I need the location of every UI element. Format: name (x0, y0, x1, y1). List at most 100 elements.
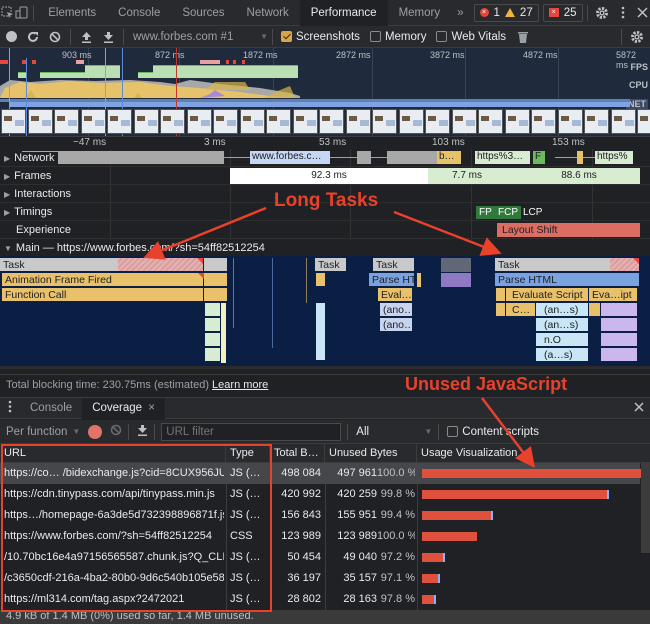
network-request[interactable]: https%3… (475, 151, 530, 164)
flame-block[interactable] (316, 273, 326, 287)
flame-block[interactable] (496, 303, 506, 317)
issues-badge[interactable]: × 25 (542, 3, 583, 22)
frame-bar[interactable]: 88.6 ms (518, 168, 640, 184)
tab-network[interactable]: Network (236, 0, 300, 26)
tab-performance[interactable]: Performance (299, 0, 388, 26)
flame-block[interactable] (589, 303, 601, 317)
web-vitals-checkbox[interactable]: Web Vitals (436, 31, 506, 43)
interactions-track-label[interactable]: ▶ Interactions (4, 188, 71, 200)
inspect-element-icon[interactable] (0, 0, 14, 26)
screenshots-checkbox[interactable]: Screenshots (281, 31, 360, 43)
main-thread-header[interactable]: ▼ Main — https://www.forbes.com/?sh=54ff8… (0, 240, 650, 256)
anonymous-function-block[interactable]: (an…s) (536, 303, 589, 317)
flame-block[interactable]: C… (506, 303, 536, 317)
stop-recording-icon[interactable] (88, 424, 103, 439)
flame-block[interactable] (205, 303, 221, 317)
coverage-type-select[interactable]: Per function ▼ (0, 426, 80, 438)
network-request-bar[interactable] (387, 151, 437, 164)
network-request-bar[interactable] (357, 151, 371, 164)
url-filter-input[interactable] (161, 422, 342, 441)
more-tabs-button[interactable]: » (451, 0, 469, 26)
console-counts-badge[interactable]: × 1 27 (473, 3, 539, 22)
content-scripts-checkbox[interactable]: Content scripts (447, 426, 539, 438)
learn-more-link[interactable]: Learn more (212, 379, 268, 391)
export-button[interactable] (137, 424, 148, 439)
close-tab-icon[interactable]: × (148, 402, 155, 414)
reload-record-button[interactable] (22, 26, 44, 48)
column-header-usage-visualization[interactable]: Usage Visualization (417, 444, 650, 463)
timings-track-label[interactable]: ▶ Timings (4, 206, 52, 218)
tab-elements[interactable]: Elements (37, 0, 107, 26)
network-request-html[interactable]: www.forbes.c… (250, 151, 330, 164)
flame-block[interactable] (205, 333, 221, 347)
network-track-label[interactable]: ▶ Network (4, 152, 58, 164)
task-block[interactable]: Task (373, 258, 415, 272)
record-button[interactable] (0, 26, 22, 48)
flame-block[interactable] (205, 348, 221, 362)
animation-frame-fired-block[interactable]: Animation Frame Fired (2, 273, 204, 287)
drawer-menu-kebab-icon[interactable] (0, 400, 20, 416)
capture-settings-button[interactable] (626, 26, 648, 48)
fcp-marker[interactable]: FCP (495, 206, 521, 219)
network-track[interactable]: www.forbes.c… b… https%3… F https% ▶ Netw… (0, 149, 650, 167)
save-profile-button[interactable] (97, 26, 119, 48)
tab-sources[interactable]: Sources (171, 0, 235, 26)
timeline-overview[interactable]: 903 ms 872 ms 1872 ms 2872 ms 3872 ms 48… (0, 48, 650, 136)
clear-button[interactable] (44, 26, 66, 48)
recording-select[interactable]: www.forbes.com #1 ▼ (128, 31, 268, 43)
frames-track[interactable]: ▶ Frames 92.3 ms 7.7 ms 88.6 ms (0, 167, 650, 185)
type-filter-select[interactable]: All ▼ (352, 426, 432, 438)
long-task-block[interactable]: Task (495, 258, 640, 272)
task-block[interactable] (204, 258, 228, 272)
evaluate-script-block[interactable]: Eva…ipt (589, 288, 638, 302)
frames-track-label[interactable]: ▶ Frames (4, 170, 51, 182)
flame-block[interactable] (316, 303, 326, 361)
clear-coverage-button[interactable] (110, 424, 122, 439)
task-block[interactable]: Task (315, 258, 347, 272)
flame-block[interactable] (601, 333, 638, 347)
tab-console[interactable]: Console (107, 0, 171, 26)
main-flame-chart[interactable]: Task Animation Frame Fired Function Call… (0, 256, 650, 369)
network-request-js[interactable] (577, 151, 583, 164)
device-toolbar-icon[interactable] (14, 0, 28, 26)
experience-track[interactable]: Experience Layout Shift (0, 221, 650, 239)
column-header-unused-bytes[interactable]: Unused Bytes (325, 444, 417, 463)
close-drawer-icon[interactable] (634, 401, 644, 415)
collect-garbage-button[interactable] (512, 26, 534, 48)
flame-block[interactable] (205, 318, 221, 332)
frame-bar[interactable]: 7.7 ms (428, 168, 518, 184)
close-devtools-icon[interactable] (636, 0, 650, 26)
fp-marker[interactable]: FP (476, 206, 495, 219)
long-task-block[interactable]: Task (0, 258, 204, 272)
load-profile-button[interactable] (75, 26, 97, 48)
table-scrollbar[interactable] (641, 463, 650, 553)
parse-html-block[interactable]: Parse HTML (369, 273, 415, 287)
frame-bar[interactable]: 92.3 ms (230, 168, 428, 184)
flame-block[interactable] (204, 288, 228, 302)
memory-checkbox[interactable]: Memory (369, 31, 426, 43)
anonymous-function-block[interactable]: (ano…us) (380, 303, 413, 317)
horizontal-scrollbar[interactable] (0, 366, 650, 369)
tab-memory[interactable]: Memory (388, 0, 452, 26)
evaluate-script-block[interactable]: Evaluate Script (506, 288, 589, 302)
column-header-total-bytes[interactable]: Total B… (270, 444, 325, 463)
network-request[interactable]: https% (595, 151, 633, 164)
anonymous-function-block[interactable]: (a…s) (536, 348, 589, 362)
anonymous-function-block[interactable]: (ano…us) (380, 318, 413, 332)
network-request[interactable]: F (533, 151, 545, 164)
function-call-block[interactable]: Function Call (2, 288, 204, 302)
flame-block[interactable] (204, 273, 228, 287)
function-block[interactable]: n.O (536, 333, 589, 347)
flame-block[interactable] (601, 348, 638, 362)
parse-html-block[interactable]: Parse HTML (495, 273, 640, 287)
settings-gear-icon[interactable] (595, 0, 609, 26)
more-options-kebab-icon[interactable] (615, 0, 629, 26)
flame-block[interactable] (496, 288, 506, 302)
flame-block[interactable] (601, 303, 638, 317)
layout-shift-bar[interactable]: Layout Shift (497, 223, 640, 237)
drawer-tab-coverage[interactable]: Coverage × (82, 397, 165, 419)
drawer-tab-console[interactable]: Console (20, 398, 82, 419)
network-request-js[interactable]: b… (437, 151, 461, 164)
anonymous-function-block[interactable]: (an…s) (536, 318, 589, 332)
flame-block[interactable] (601, 318, 638, 332)
